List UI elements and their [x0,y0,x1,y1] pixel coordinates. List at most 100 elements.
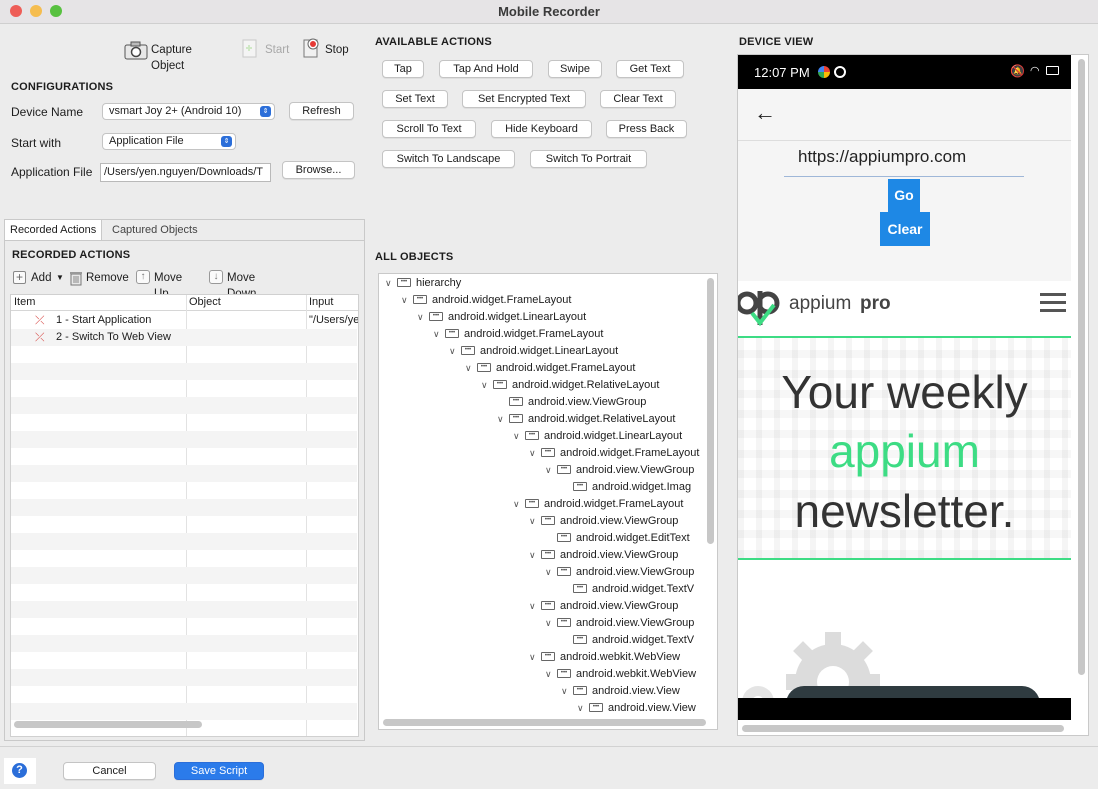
url-text[interactable]: https://appiumpro.com [798,147,966,167]
table-row[interactable] [11,516,357,533]
horizontal-scrollbar[interactable] [14,721,202,728]
table-row[interactable] [11,567,357,584]
table-row[interactable] [11,601,357,618]
vertical-scrollbar[interactable] [1078,59,1085,675]
tree-expand-icon[interactable]: ∨ [561,683,573,700]
tree-node[interactable]: ••• android.view.ViewGroup [497,394,646,411]
browse-button[interactable]: Browse... [282,161,355,179]
tree-node[interactable]: ∨ ••• android.widget.FrameLayout [401,292,571,309]
column-header-input[interactable]: Input [309,296,333,308]
tree-expand-icon[interactable]: ∨ [417,309,429,326]
help-button[interactable]: ? [4,758,36,784]
table-row[interactable] [11,584,357,601]
table-row[interactable] [11,465,357,482]
table-row[interactable] [11,397,357,414]
vertical-scrollbar[interactable] [707,278,714,544]
tree-expand-icon[interactable]: ∨ [513,496,525,513]
table-row[interactable] [11,346,357,363]
device-view-panel[interactable]: 12:07 PM 🔕 ◠ ← https://appiumpro.com Go … [737,54,1089,736]
action-tap-and-hold-button[interactable]: Tap And Hold [439,60,533,78]
tree-node[interactable]: ∨ ••• android.view.View [561,683,680,700]
action-clear-text-button[interactable]: Clear Text [600,90,676,108]
tree-node[interactable]: ∨ ••• android.webkit.WebView [529,649,680,666]
tab-captured-objects[interactable]: Captured Objects [107,220,203,240]
recorded-actions-table[interactable]: Item Object Input ⤫ 1 - Start Application… [10,294,359,737]
action-set-encrypted-text-button[interactable]: Set Encrypted Text [462,90,586,108]
tree-expand-icon[interactable]: ∨ [513,428,525,445]
column-header-item[interactable]: Item [14,296,35,308]
table-row[interactable] [11,363,357,380]
tree-expand-icon[interactable]: ∨ [545,615,557,632]
tree-node[interactable]: ••• android.widget.TextV [561,581,694,598]
tree-node[interactable]: ∨ ••• android.view.ViewGroup [529,598,678,615]
tree-node[interactable]: ∨ ••• android.widget.RelativeLayout [481,377,659,394]
tree-expand-icon[interactable]: ∨ [481,377,493,394]
tree-node[interactable]: ∨ ••• android.widget.FrameLayout [433,326,603,343]
object-tree[interactable]: ∨ ••• hierarchy ∨ ••• android.widget.FrameLay… [378,273,718,730]
action-get-text-button[interactable]: Get Text [616,60,684,78]
tree-node[interactable]: ∨ ••• android.view.ViewGroup [545,564,694,581]
tree-node[interactable]: ∨ ••• android.view.ViewGroup [529,513,678,530]
table-row[interactable] [11,414,357,431]
tree-node[interactable]: ∨ ••• android.view.ViewGroup [529,547,678,564]
tree-expand-icon[interactable]: ∨ [465,360,477,377]
tree-node[interactable]: ••• android.widget.TextV [561,632,694,649]
tab-recorded-actions[interactable]: Recorded Actions [5,220,103,241]
tree-node[interactable]: ∨ ••• hierarchy [385,275,461,292]
tree-expand-icon[interactable]: ∨ [545,564,557,581]
table-row[interactable] [11,499,357,516]
action-swipe-button[interactable]: Swipe [548,60,602,78]
table-row[interactable] [11,635,357,652]
tree-node[interactable]: ∨ ••• android.widget.FrameLayout [513,496,683,513]
tree-node[interactable]: ∨ ••• android.view.View [577,700,696,715]
start-with-select[interactable]: Application File ⇕ [102,133,236,150]
clear-button[interactable]: Clear [880,212,930,246]
tree-expand-icon[interactable]: ∨ [529,513,541,530]
cancel-button[interactable]: Cancel [63,762,156,780]
table-row[interactable]: ⤫ 2 - Switch To Web View [11,329,357,346]
device-name-select[interactable]: vsmart Joy 2+ (Android 10) ⇕ [102,103,275,120]
table-row[interactable] [11,448,357,465]
tree-node[interactable]: ••• android.widget.Imag [561,479,691,496]
tree-expand-icon[interactable]: ∨ [529,445,541,462]
tree-node[interactable]: ••• android.widget.EditText [545,530,690,547]
table-row[interactable] [11,686,357,703]
tree-expand-icon[interactable]: ∨ [529,598,541,615]
action-press-back-button[interactable]: Press Back [606,120,687,138]
table-row[interactable] [11,703,357,720]
table-row[interactable] [11,669,357,686]
tree-node[interactable]: ∨ ••• android.widget.LinearLayout [449,343,618,360]
action-scroll-to-text-button[interactable]: Scroll To Text [382,120,476,138]
horizontal-scrollbar[interactable] [742,725,1064,732]
action-hide-keyboard-button[interactable]: Hide Keyboard [491,120,592,138]
tree-expand-icon[interactable]: ∨ [433,326,445,343]
tree-node[interactable]: ∨ ••• android.view.ViewGroup [545,462,694,479]
table-row[interactable] [11,533,357,550]
back-arrow-icon[interactable]: ← [754,101,776,125]
tree-expand-icon[interactable]: ∨ [545,462,557,479]
table-row[interactable] [11,652,357,669]
table-row[interactable] [11,482,357,499]
action-switch-to-portrait-button[interactable]: Switch To Portrait [530,150,647,168]
tree-node[interactable]: ∨ ••• android.webkit.WebView [545,666,696,683]
tree-node[interactable]: ∨ ••• android.widget.LinearLayout [417,309,586,326]
column-header-object[interactable]: Object [189,296,221,308]
tree-expand-icon[interactable]: ∨ [529,649,541,666]
table-row[interactable] [11,550,357,567]
tree-expand-icon[interactable]: ∨ [401,292,413,309]
tree-node[interactable]: ∨ ••• android.view.ViewGroup [545,615,694,632]
tree-expand-icon[interactable]: ∨ [385,275,397,292]
action-tap-button[interactable]: Tap [382,60,424,78]
tree-expand-icon[interactable]: ∨ [529,547,541,564]
table-row[interactable] [11,431,357,448]
go-button[interactable]: Go [888,179,920,212]
tree-expand-icon[interactable]: ∨ [497,411,509,428]
action-set-text-button[interactable]: Set Text [382,90,448,108]
tree-expand-icon[interactable]: ∨ [545,666,557,683]
tree-node[interactable]: ∨ ••• android.widget.FrameLayout [465,360,635,377]
horizontal-scrollbar[interactable] [383,719,706,726]
table-row[interactable] [11,618,357,635]
tree-node[interactable]: ∨ ••• android.widget.LinearLayout [513,428,682,445]
tree-node[interactable]: ∨ ••• android.widget.FrameLayout [529,445,699,462]
tree-expand-icon[interactable]: ∨ [449,343,461,360]
